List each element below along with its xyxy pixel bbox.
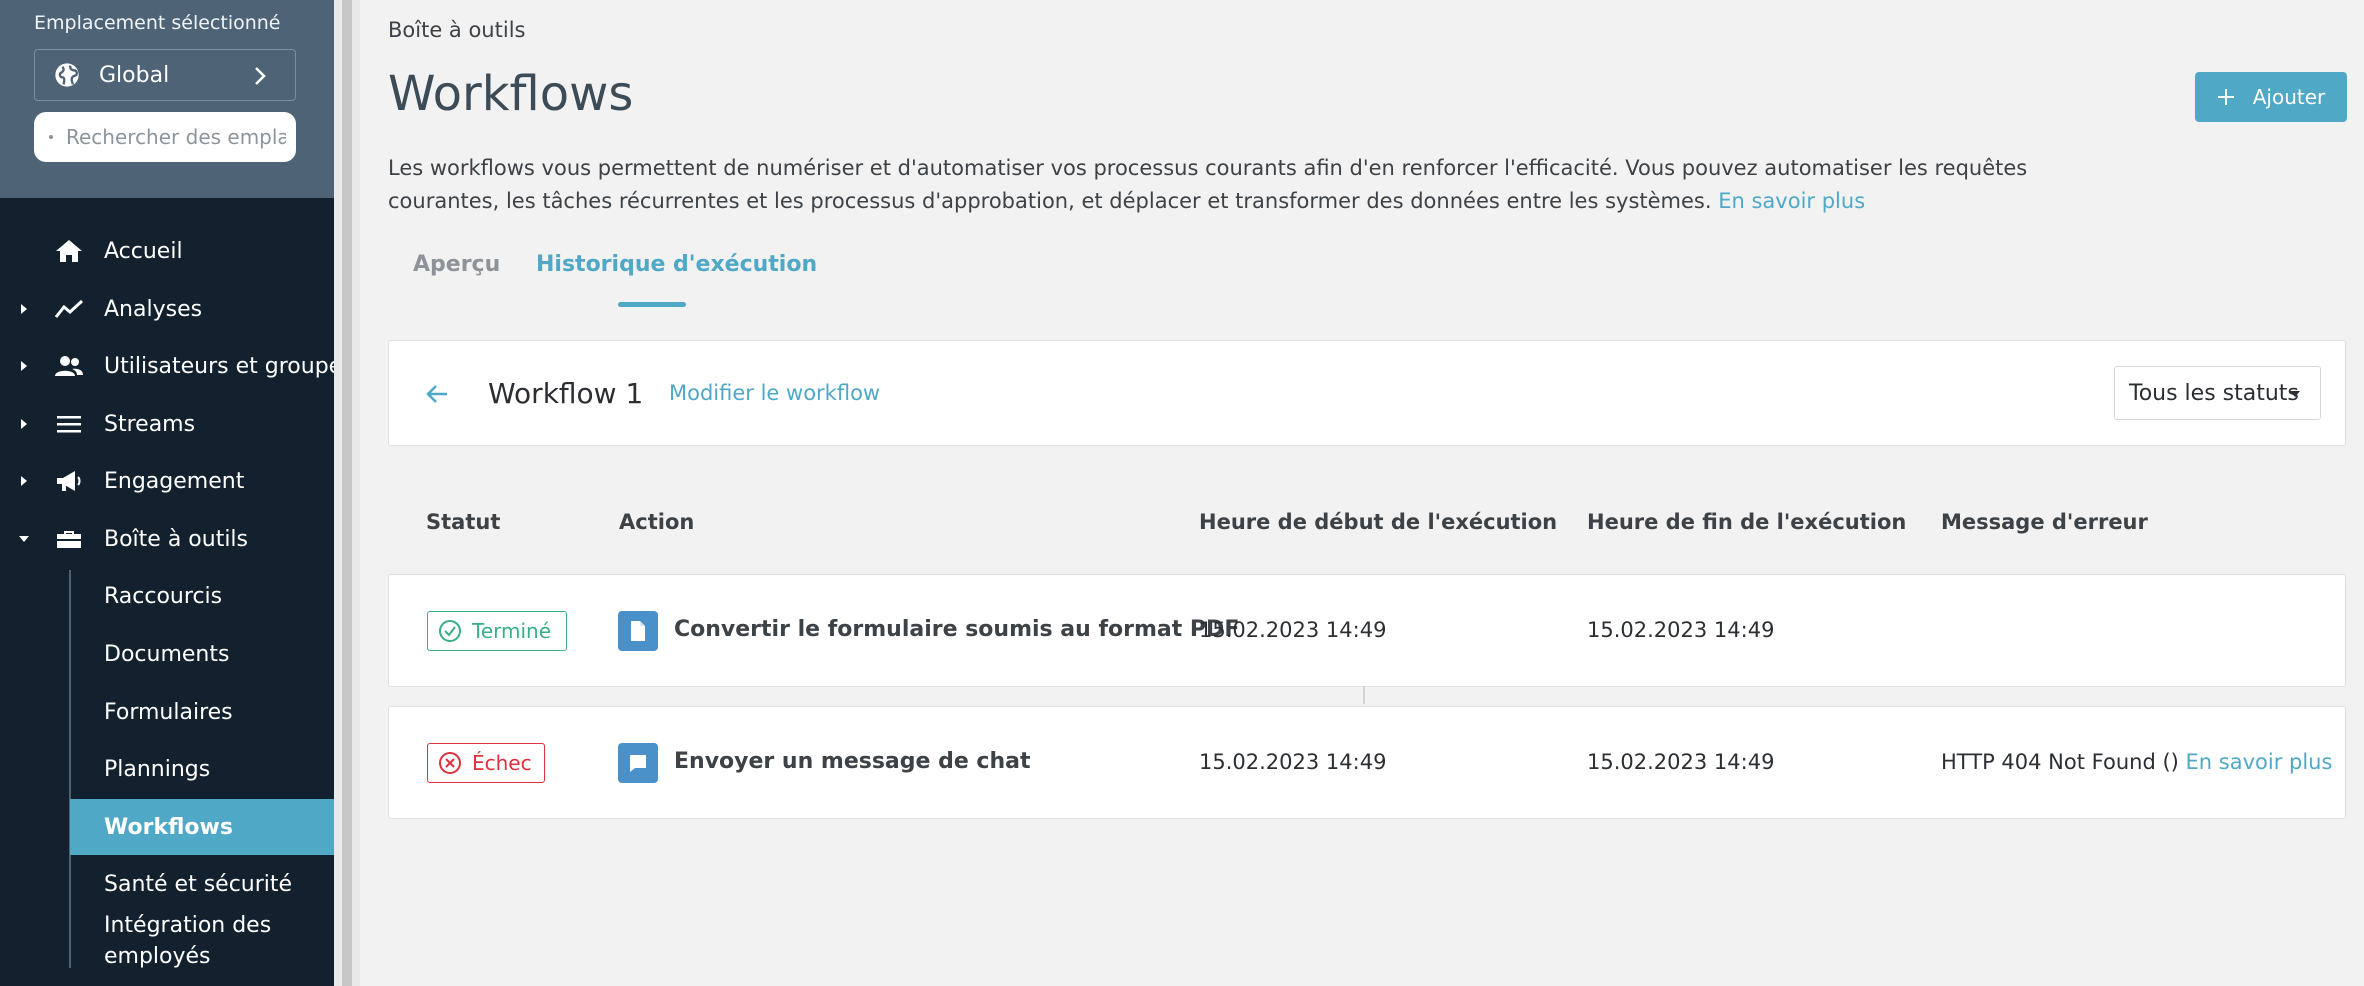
document-icon: [631, 621, 645, 641]
nav-item-label: Analyses: [104, 296, 203, 322]
nav-item-streams[interactable]: Streams: [0, 396, 334, 452]
subnav-item-workflows[interactable]: Workflows: [70, 799, 334, 855]
subnav-item-sante-securite[interactable]: Santé et sécurité: [70, 856, 334, 912]
tab-apercu[interactable]: Aperçu: [413, 252, 500, 277]
caret-right-icon: [21, 361, 27, 371]
location-value: Global: [99, 62, 170, 88]
nav-item-engagement[interactable]: Engagement: [0, 453, 334, 509]
users-icon: [55, 356, 83, 376]
add-button-label: Ajouter: [2252, 85, 2326, 109]
action-icon-box: [618, 743, 658, 783]
home-icon: [56, 240, 82, 262]
learn-more-link[interactable]: En savoir plus: [1718, 189, 1865, 213]
megaphone-icon: [57, 471, 81, 491]
workflow-name: Workflow 1: [488, 377, 644, 410]
column-header-statut: Statut: [426, 510, 501, 534]
status-filter-dropdown[interactable]: Tous les statuts: [2114, 366, 2321, 420]
location-panel: Emplacement sélectionné Global: [0, 0, 334, 198]
page-title: Workflows: [388, 66, 634, 122]
table-row[interactable]: Échec Envoyer un message de chat 15.02.2…: [388, 706, 2346, 819]
column-header-end: Heure de fin de l'exécution: [1587, 510, 1907, 534]
nav-item-label: Utilisateurs et groupes: [104, 353, 354, 379]
nav-item-label: Accueil: [104, 238, 183, 264]
end-time: 15.02.2023 14:49: [1587, 618, 1775, 642]
caret-right-icon: [21, 304, 27, 314]
nav-item-accueil[interactable]: Accueil: [0, 223, 334, 279]
location-search-input[interactable]: [66, 125, 286, 149]
nav-item-label: Streams: [104, 411, 196, 437]
table-row[interactable]: Terminé Convertir le formulaire soumis a…: [388, 574, 2346, 687]
location-selector-button[interactable]: Global: [34, 49, 296, 101]
splitter-bar: [342, 0, 352, 986]
error-message: HTTP 404 Not Found () En savoir plus: [1941, 750, 2332, 774]
subnav-item-raccourcis[interactable]: Raccourcis: [70, 568, 334, 624]
start-time: 15.02.2023 14:49: [1199, 618, 1387, 642]
subnav-item-formulaires[interactable]: Formulaires: [70, 684, 334, 740]
start-time: 15.02.2023 14:49: [1199, 750, 1387, 774]
nav-item-label: Engagement: [104, 468, 245, 494]
toolbox-icon: [57, 531, 81, 548]
plus-icon: [2217, 89, 2234, 105]
error-text: HTTP 404 Not Found (): [1941, 750, 2179, 774]
column-header-error: Message d'erreur: [1941, 510, 2148, 534]
nav-item-analyses[interactable]: Analyses: [0, 281, 334, 337]
end-time: 15.02.2023 14:49: [1587, 750, 1775, 774]
status-badge-success: Terminé: [427, 611, 567, 651]
error-learn-more-link[interactable]: En savoir plus: [2186, 750, 2333, 774]
action-icon-box: [618, 611, 658, 651]
arrow-left-icon[interactable]: [425, 383, 449, 405]
status-badge-failure: Échec: [427, 743, 545, 783]
list-icon: [57, 416, 81, 433]
nav-item-label: Boîte à outils: [104, 526, 249, 552]
action-label: Convertir le formulaire soumis au format…: [674, 617, 1240, 642]
error-circle-icon: [439, 752, 461, 774]
nav-item-boite-a-outils[interactable]: Boîte à outils: [0, 511, 334, 567]
page-description: Les workflows vous permettent de numéris…: [388, 152, 2108, 218]
chevron-right-icon: [255, 67, 266, 85]
tab-historique-execution[interactable]: Historique d'exécution: [536, 252, 817, 277]
caret-down-icon: [2290, 391, 2300, 397]
caret-right-icon: [21, 419, 27, 429]
sidebar: Emplacement sélectionné Global Accueil A…: [0, 0, 354, 986]
status-text: Échec: [472, 751, 532, 775]
subnav-item-documents[interactable]: Documents: [70, 626, 334, 682]
column-header-action: Action: [619, 510, 695, 534]
active-tab-indicator: [618, 302, 686, 307]
location-label: Emplacement sélectionné: [34, 12, 281, 34]
status-filter-value: Tous les statuts: [2129, 380, 2299, 406]
caret-right-icon: [21, 476, 27, 486]
subnav-item-integration[interactable]: Intégration des employés: [104, 910, 324, 972]
breadcrumb[interactable]: Boîte à outils: [388, 18, 525, 42]
chart-line-icon: [54, 299, 84, 318]
globe-icon: [55, 63, 79, 87]
nav-item-utilisateurs[interactable]: Utilisateurs et groupes: [0, 338, 354, 394]
location-search[interactable]: [34, 112, 296, 162]
edit-workflow-link[interactable]: Modifier le workflow: [669, 381, 880, 405]
caret-down-icon: [19, 536, 29, 542]
row-divider: [1363, 686, 1365, 704]
action-label: Envoyer un message de chat: [674, 749, 1031, 774]
sidebar-resize-handle[interactable]: [334, 0, 360, 986]
search-icon: [49, 135, 53, 139]
subnav-item-plannings[interactable]: Plannings: [70, 741, 334, 797]
workflow-header-card: Workflow 1 Modifier le workflow Tous les…: [388, 340, 2346, 446]
status-text: Terminé: [472, 619, 552, 643]
chat-icon: [630, 755, 646, 772]
column-header-start: Heure de début de l'exécution: [1199, 510, 1558, 534]
add-button[interactable]: Ajouter: [2195, 72, 2347, 122]
check-circle-icon: [439, 620, 461, 642]
